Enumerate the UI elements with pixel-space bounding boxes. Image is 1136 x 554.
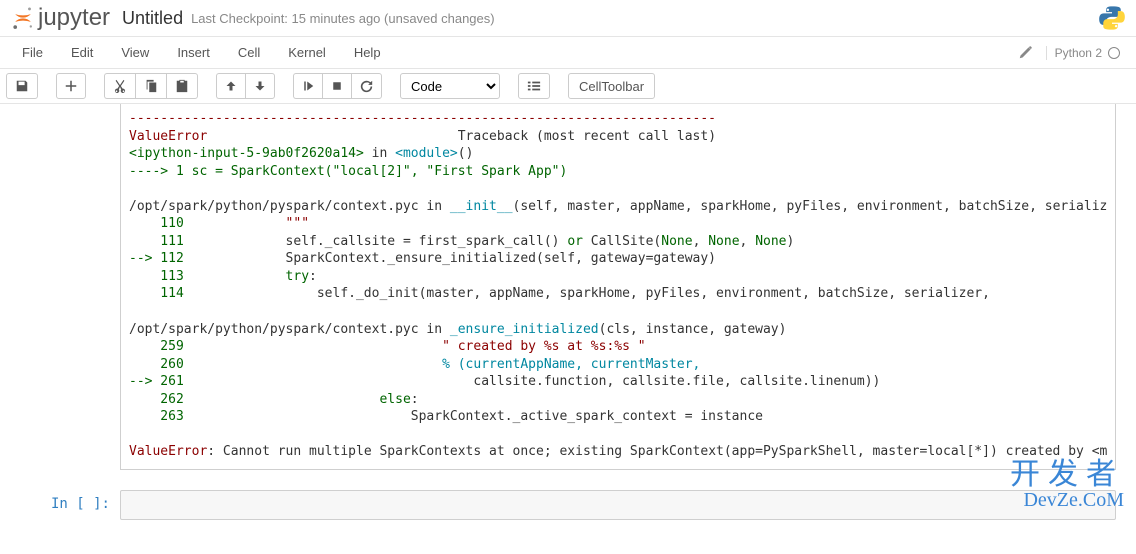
logo-text: jupyter bbox=[38, 4, 110, 32]
pencil-icon[interactable] bbox=[1010, 46, 1040, 60]
input-prompt: In [ ]: bbox=[0, 490, 120, 520]
traceback-output: ----------------------------------------… bbox=[129, 110, 1107, 461]
code-input[interactable] bbox=[120, 490, 1116, 520]
menubar: File Edit View Insert Cell Kernel Help P… bbox=[0, 37, 1136, 69]
input-cell[interactable]: In [ ]: bbox=[0, 490, 1136, 520]
interrupt-button[interactable] bbox=[322, 73, 351, 99]
menu-edit[interactable]: Edit bbox=[57, 37, 107, 68]
menu-help[interactable]: Help bbox=[340, 37, 395, 68]
command-palette-button[interactable] bbox=[518, 73, 550, 99]
menu-insert[interactable]: Insert bbox=[163, 37, 224, 68]
header: jupyter Untitled Last Checkpoint: 15 min… bbox=[0, 0, 1136, 37]
save-button[interactable] bbox=[6, 73, 38, 99]
cut-button[interactable] bbox=[104, 73, 135, 99]
jupyter-logo[interactable]: jupyter bbox=[10, 4, 110, 32]
watermark: 开发者 DevZe.CoM bbox=[1010, 460, 1124, 510]
kernel-idle-icon bbox=[1108, 47, 1120, 59]
menu-cell[interactable]: Cell bbox=[224, 37, 274, 68]
add-cell-button[interactable] bbox=[56, 73, 86, 99]
python-icon bbox=[1098, 4, 1126, 32]
celltype-select[interactable]: Code bbox=[400, 73, 500, 99]
celltoolbar-button[interactable]: CellToolbar bbox=[568, 73, 655, 99]
notebook-title[interactable]: Untitled bbox=[122, 8, 183, 29]
move-down-button[interactable] bbox=[245, 73, 275, 99]
jupyter-icon bbox=[10, 5, 36, 31]
move-up-button[interactable] bbox=[216, 73, 245, 99]
menu-file[interactable]: File bbox=[8, 37, 57, 68]
copy-button[interactable] bbox=[135, 73, 166, 99]
run-button[interactable] bbox=[293, 73, 322, 99]
output-cell: ----------------------------------------… bbox=[120, 104, 1116, 470]
restart-button[interactable] bbox=[351, 73, 382, 99]
menu-kernel[interactable]: Kernel bbox=[274, 37, 340, 68]
checkpoint-status: Last Checkpoint: 15 minutes ago (unsaved… bbox=[191, 11, 495, 26]
notebook-area: ----------------------------------------… bbox=[0, 104, 1136, 540]
paste-button[interactable] bbox=[166, 73, 198, 99]
kernel-name: Python 2 bbox=[1055, 46, 1102, 60]
toolbar: Code CellToolbar bbox=[0, 69, 1136, 104]
kernel-indicator: Python 2 bbox=[1046, 46, 1128, 60]
menu-view[interactable]: View bbox=[107, 37, 163, 68]
